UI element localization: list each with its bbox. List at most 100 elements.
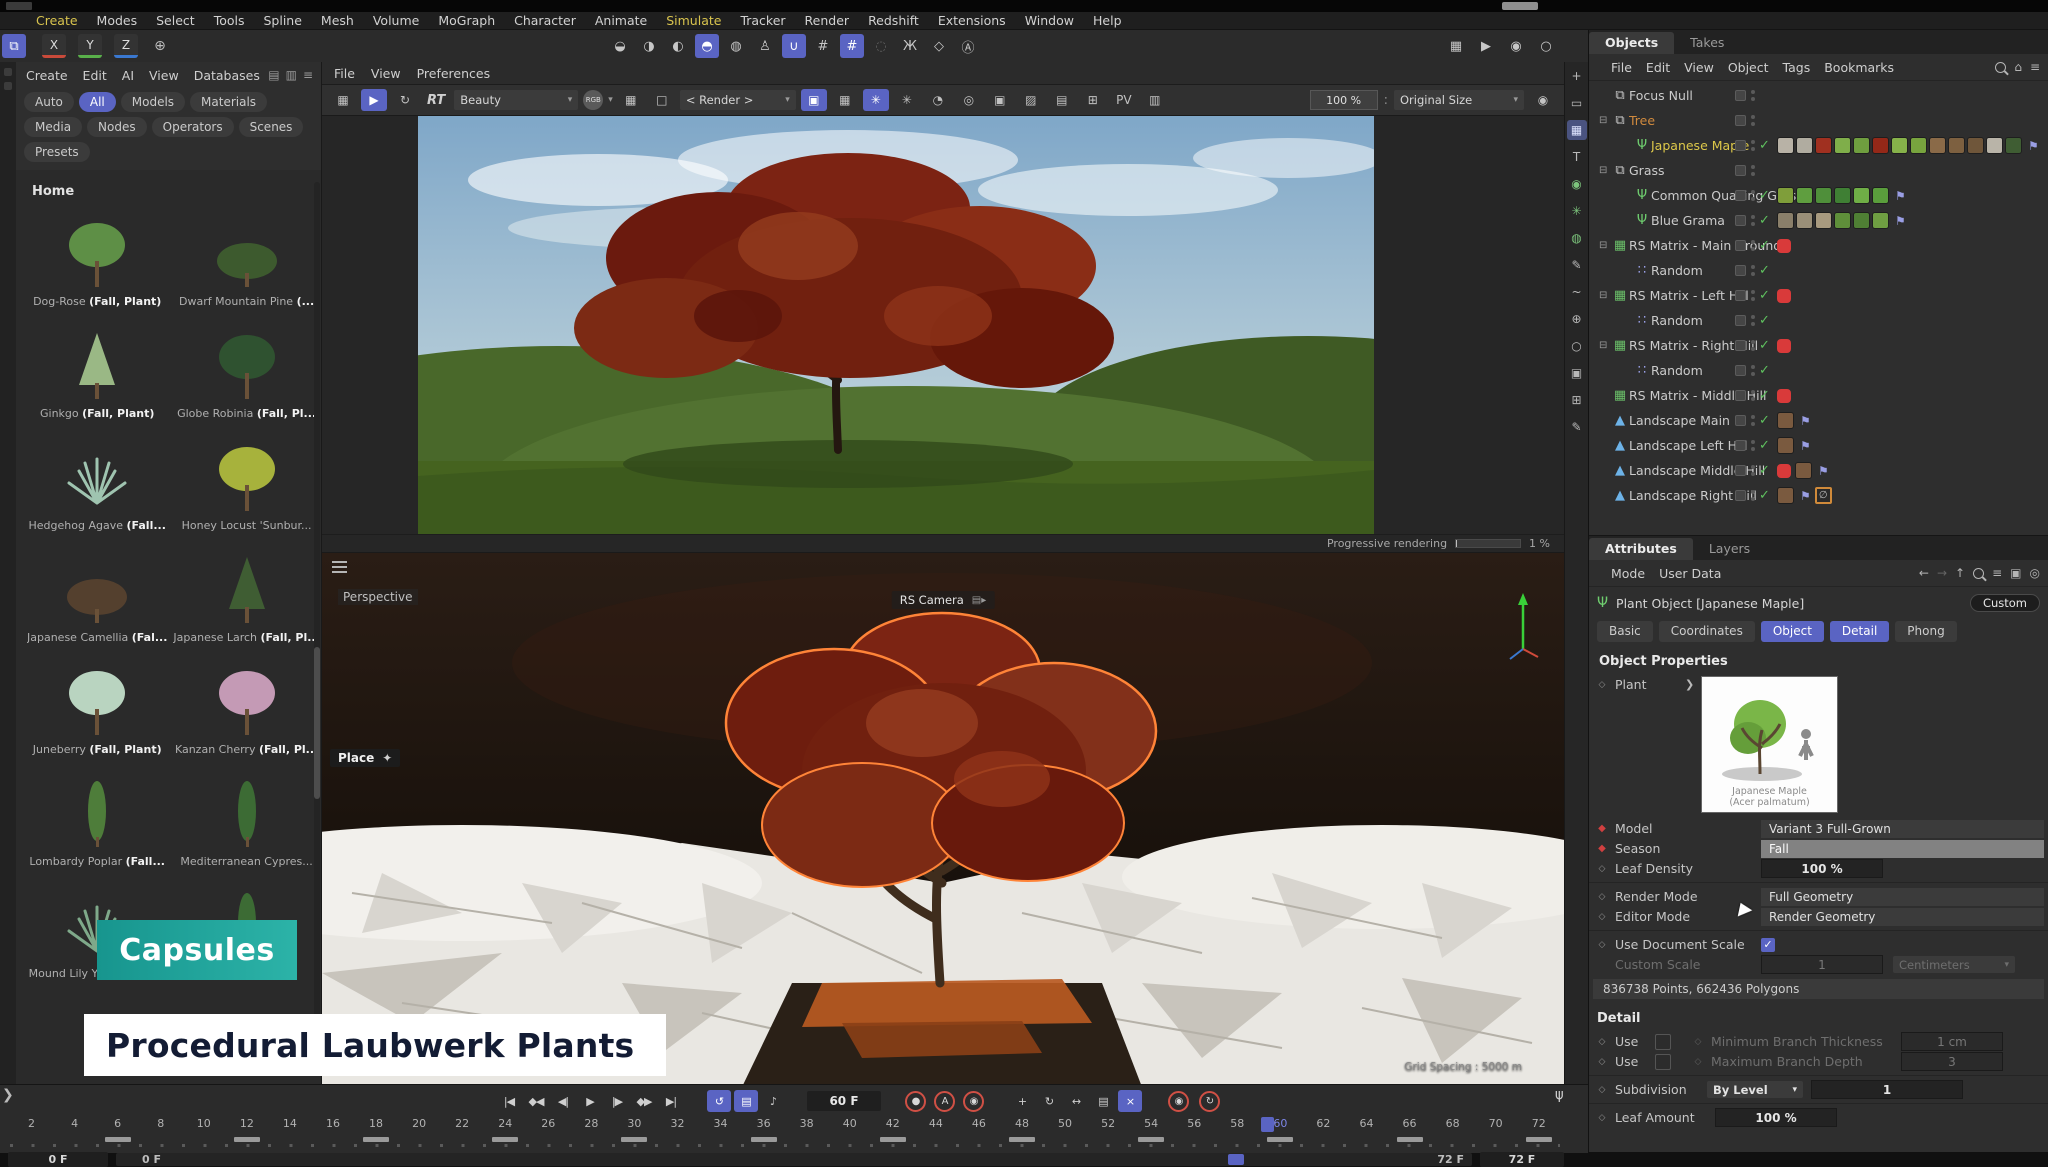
filter-icon[interactable]: ≡ xyxy=(1992,566,2002,580)
ruler-frame-number[interactable]: 16 xyxy=(311,1117,354,1137)
layer-chip[interactable] xyxy=(1735,165,1746,176)
range-start-field[interactable]: 0 F xyxy=(8,1152,108,1167)
next-frame-icon[interactable]: |▶ xyxy=(605,1090,629,1112)
attribute-tab[interactable]: Detail xyxy=(1830,621,1889,642)
asset-item[interactable]: Kanzan Cherry (Fall, Pl... xyxy=(172,657,320,759)
render-to-pv-icon[interactable]: ▶ xyxy=(1474,34,1498,58)
object-row[interactable]: ⊟ ⧉ Tree ✓ ⚑ ∅ ▣ xyxy=(1589,108,2048,133)
menu-item[interactable]: Create xyxy=(36,13,78,28)
leaf-amount-field[interactable]: 100 % xyxy=(1715,1108,1837,1127)
quantize-grid-settings-icon[interactable]: # xyxy=(840,34,864,58)
menu-item[interactable]: Mesh xyxy=(321,13,354,28)
key-parameter-icon[interactable]: ▤ xyxy=(1091,1090,1115,1112)
ruler-frame-number[interactable]: 68 xyxy=(1431,1117,1474,1137)
timeline-ruler[interactable]: 2468101214161820222426283032343638404244… xyxy=(10,1117,1560,1137)
ruler-frame-number[interactable]: 70 xyxy=(1474,1117,1517,1137)
ruler-frame-number[interactable]: 38 xyxy=(785,1117,828,1137)
render-view-menu-item[interactable]: File xyxy=(334,66,355,81)
key-scale-icon[interactable]: ↔ xyxy=(1064,1090,1088,1112)
menu-item[interactable]: Simulate xyxy=(666,13,721,28)
ruler-frame-number[interactable]: 6 xyxy=(96,1117,139,1137)
anim-dot-icon[interactable]: ◇ xyxy=(1589,940,1615,950)
asset-item[interactable]: Dog-Rose (Fall, Plant) xyxy=(26,209,168,311)
cube-tool-icon[interactable]: ▦ xyxy=(1567,120,1587,140)
ruler-frame-number[interactable]: 72 xyxy=(1517,1117,1560,1137)
ruler-frame-number[interactable]: 10 xyxy=(182,1117,225,1137)
zoom-value-field[interactable]: 100 % xyxy=(1310,90,1378,110)
material-tags[interactable] xyxy=(1777,437,1796,454)
perspective-viewport[interactable]: Perspective RS Camera▤▸ Place✦ Grid Spac… xyxy=(322,552,1564,1087)
use-min-branch-checkbox[interactable]: ✓ xyxy=(1655,1034,1671,1050)
pencil-tool-icon[interactable]: ✎ xyxy=(1567,417,1587,437)
attr-menu-item[interactable]: User Data xyxy=(1659,566,1721,581)
filter-button[interactable]: Nodes xyxy=(87,117,147,137)
image-icon[interactable]: ▤ xyxy=(1049,89,1075,111)
ruler-frame-number[interactable]: 66 xyxy=(1388,1117,1431,1137)
loop-icon[interactable]: ↺ xyxy=(707,1090,731,1112)
range-end-field[interactable]: 72 F xyxy=(1480,1152,1564,1167)
attribute-tab[interactable]: Basic xyxy=(1597,621,1653,642)
ruler-frame-number[interactable]: 14 xyxy=(268,1117,311,1137)
snapshot-icon[interactable]: ▦ xyxy=(330,89,356,111)
visibility-dots[interactable] xyxy=(1750,140,1755,151)
pen-tool-icon[interactable]: ✎ xyxy=(1567,255,1587,275)
object-row[interactable]: ⊟ ▦ RS Matrix - Left Hill ✓ ⚑ ∅ ▣ xyxy=(1589,283,2048,308)
menu-item[interactable]: Render xyxy=(805,13,850,28)
panel-handle-icon[interactable] xyxy=(4,68,12,76)
visibility-dots[interactable] xyxy=(1750,440,1755,451)
sphere-tool-icon[interactable]: ○ xyxy=(1567,336,1587,356)
ruler-frame-number[interactable]: 48 xyxy=(1000,1117,1043,1137)
play-render-icon[interactable]: ▶ xyxy=(361,89,387,111)
go-to-start-icon[interactable]: |◀ xyxy=(497,1090,521,1112)
visibility-dots[interactable] xyxy=(1750,465,1755,476)
material-tags[interactable] xyxy=(1777,137,2024,154)
filter-icon[interactable]: ≡ xyxy=(2030,60,2040,74)
flag-tag-icon[interactable]: ⚑ xyxy=(2028,139,2039,153)
visibility-dots[interactable] xyxy=(1750,90,1755,101)
layer-chip[interactable] xyxy=(1735,290,1746,301)
object-row[interactable]: ⊟ ⧉ Grass ✓ ⚑ ∅ ▣ xyxy=(1589,158,2048,183)
object-row[interactable]: ⊟ ▲ Landscape Left Hill ✓ ⚑ ∅ ▣ xyxy=(1589,433,2048,458)
ruler-frame-number[interactable]: 22 xyxy=(441,1117,484,1137)
use-document-scale-checkbox[interactable]: ✓ xyxy=(1761,938,1775,952)
om-menu-item[interactable]: Bookmarks xyxy=(1824,60,1894,75)
anim-dot-icon[interactable]: ◇ xyxy=(1589,864,1615,874)
text-tool-icon[interactable]: T xyxy=(1567,147,1587,167)
ruler-frame-number[interactable]: 26 xyxy=(527,1117,570,1137)
stripes-icon[interactable]: ▨ xyxy=(1018,89,1044,111)
layer-chip[interactable] xyxy=(1735,265,1746,276)
visibility-dots[interactable] xyxy=(1750,415,1755,426)
layer-chip[interactable] xyxy=(1735,415,1746,426)
flag-tag-icon[interactable]: ⚑ xyxy=(1895,214,1906,228)
enabled-check-icon[interactable]: ✓ xyxy=(1759,138,1773,153)
redshift-tag-icon[interactable] xyxy=(1777,239,1791,253)
camera-tool-icon[interactable]: ▣ xyxy=(1567,363,1587,383)
axis-lock-button[interactable]: X xyxy=(42,34,66,58)
asset-item[interactable]: Japanese Camellia (Fal... xyxy=(26,545,168,647)
enabled-check-icon[interactable]: ✓ xyxy=(1759,263,1773,278)
ruler-frame-number[interactable]: 18 xyxy=(355,1117,398,1137)
ruler-frame-number[interactable]: 42 xyxy=(871,1117,914,1137)
object-row[interactable]: ⊟ ◎ RS Dome Light ✓ ⚑ ∅ ▣ xyxy=(1589,508,2048,513)
material-tags[interactable] xyxy=(1795,462,1814,479)
character-tools-icon[interactable]: ♙ xyxy=(753,34,777,58)
layer-chip[interactable] xyxy=(1735,140,1746,151)
visibility-dots[interactable] xyxy=(1750,240,1755,251)
up-icon[interactable]: ↑ xyxy=(1955,566,1965,580)
anim-dot-icon[interactable]: ◇ xyxy=(1589,912,1615,922)
layer-chip[interactable] xyxy=(1735,465,1746,476)
axis-lock-button[interactable]: Z xyxy=(114,34,138,58)
home-icon[interactable]: ⌂ xyxy=(2014,60,2022,74)
current-frame-field[interactable]: 60 F xyxy=(807,1091,881,1111)
ruler-frame-number[interactable]: 34 xyxy=(699,1117,742,1137)
filter-button[interactable]: Scenes xyxy=(239,117,304,137)
enabled-check-icon[interactable]: ✓ xyxy=(1759,338,1773,353)
object-row[interactable]: ⊟ ▲ Landscape Right Hill ✓ ⚑ ∅ ▣ xyxy=(1589,483,2048,508)
attribute-tab[interactable]: Phong xyxy=(1895,621,1956,642)
dots-grid-icon[interactable]: ▦ xyxy=(832,89,858,111)
anim-dot-icon[interactable]: ◇ xyxy=(1589,1057,1615,1067)
attribute-tab[interactable]: Coordinates xyxy=(1659,621,1755,642)
rt-toggle[interactable]: RT xyxy=(427,93,445,108)
object-row[interactable]: ⊟ ▦ RS Matrix - Right Hill ✓ ⚑ ∅ ▣ xyxy=(1589,333,2048,358)
menu-item[interactable]: Tools xyxy=(214,13,245,28)
